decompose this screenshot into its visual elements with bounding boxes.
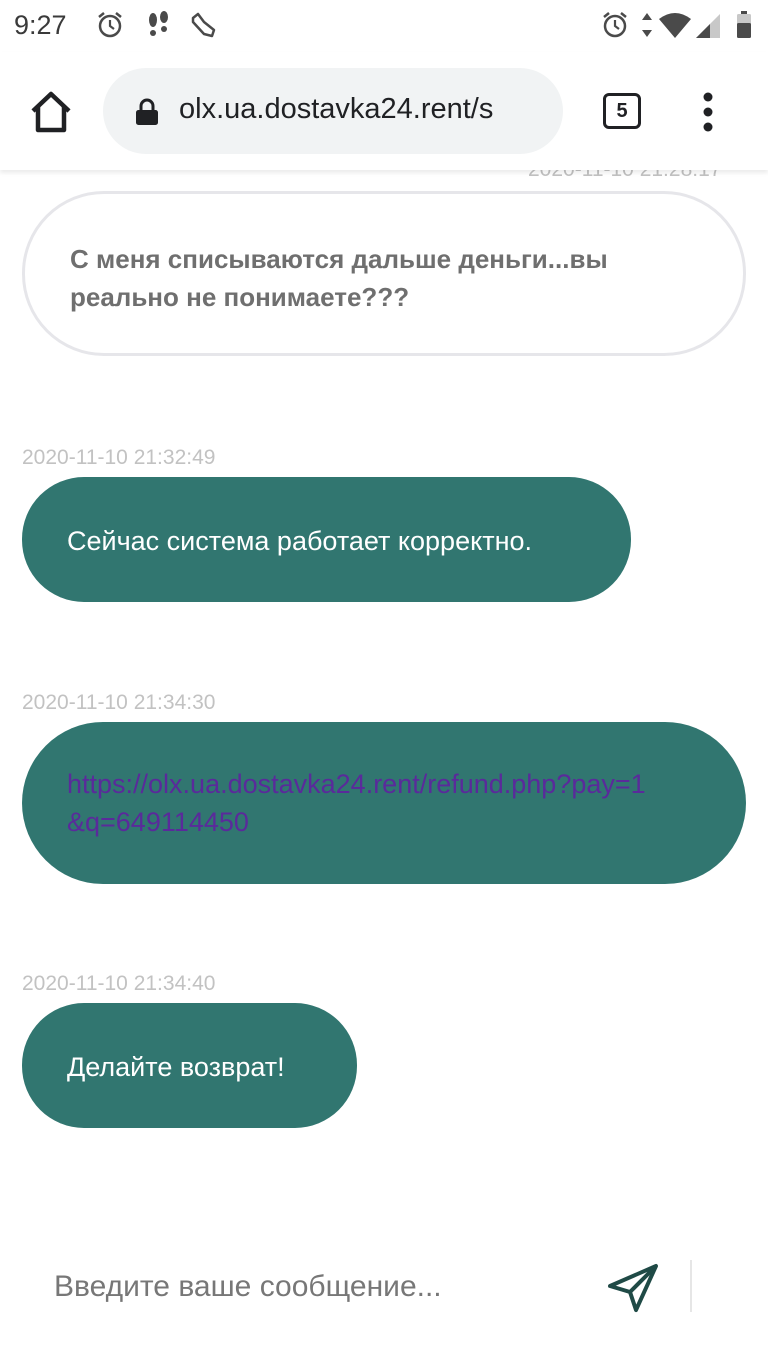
send-icon[interactable] [606,1262,662,1314]
wifi-icon [659,13,691,38]
incoming-message-bubble: С меня списываются дальше деньги...вы ре… [22,191,746,356]
message-timestamp: 2020-11-10 21:34:40 [22,972,216,995]
url-text: olx.ua.dostavka24.rent/s [179,93,494,125]
browser-toolbar: olx.ua.dostavka24.rent/s 5 [0,52,768,170]
message-input-bar [0,1230,768,1365]
alarm-clock-icon [98,12,122,38]
lock-icon [136,98,158,125]
url-bar[interactable]: olx.ua.dostavka24.rent/s [103,68,563,154]
message-text: Делайте возврат! [67,1052,285,1082]
outgoing-message-bubble: Сейчас система работает корректно. [22,477,631,602]
outgoing-message-bubble: https://olx.ua.dostavka24.rent/refund.ph… [22,722,746,884]
battery-icon [737,11,751,38]
home-icon[interactable] [28,89,74,135]
status-bar: 9:27 [0,0,768,52]
tab-switcher-button[interactable]: 5 [603,93,641,129]
message-timestamp: 2020-11-10 21:28:17 [528,170,721,182]
outgoing-message-bubble: Делайте возврат! [22,1003,357,1128]
shoe-icon [191,12,216,38]
message-text: С меня списываются дальше деньги...вы ре… [70,244,608,312]
footsteps-icon [149,11,168,36]
phone-screen: 9:27 olx.ua.dostavka24.rent/s 5 С меня с… [0,0,768,1365]
data-arrows-icon [642,13,652,37]
message-input[interactable] [54,1262,584,1312]
chat-area[interactable]: 2020-11-10 21:28:17 С меня списываются д… [0,170,768,1230]
alarm-icon [603,12,627,38]
message-timestamp: 2020-11-10 21:32:49 [22,446,216,469]
input-divider [690,1260,692,1312]
more-vert-icon[interactable] [696,90,720,134]
message-timestamp: 2020-11-10 21:34:30 [22,691,216,714]
signal-icon [696,14,720,38]
message-text: Сейчас система работает корректно. [67,526,532,556]
message-link[interactable]: https://olx.ua.dostavka24.rent/refund.ph… [67,765,647,841]
status-time: 9:27 [14,10,67,40]
